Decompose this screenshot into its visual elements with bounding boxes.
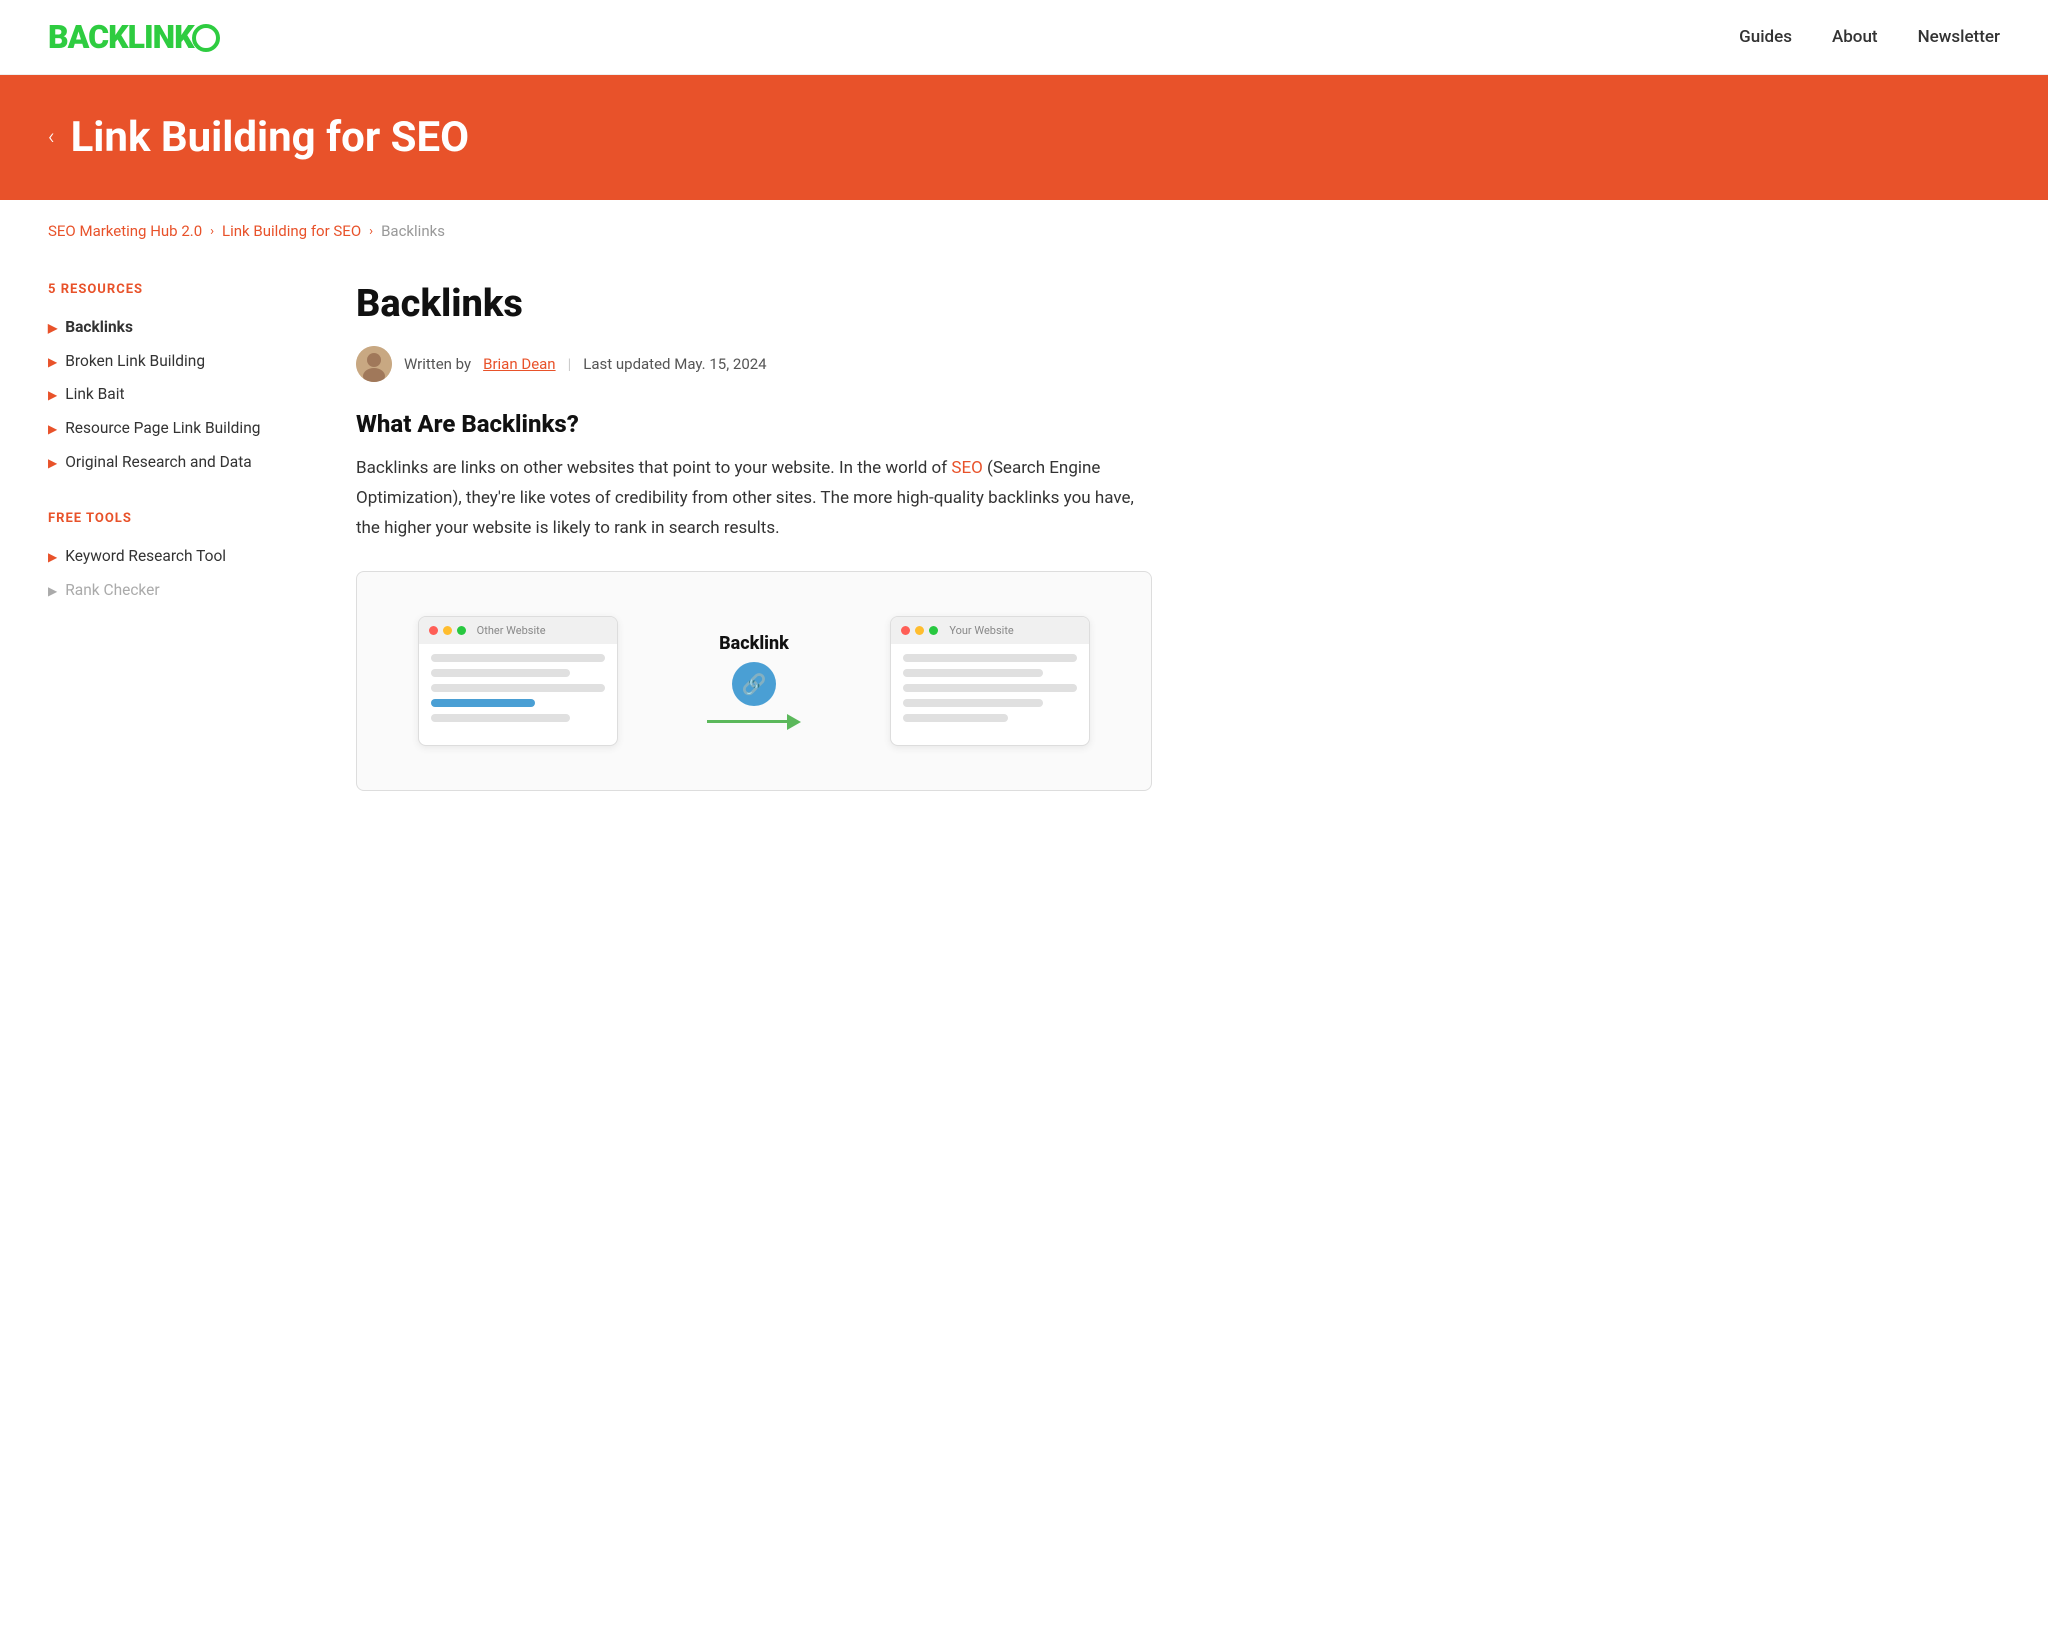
browser-content-right	[891, 644, 1089, 739]
sidebar-item-rank-checker[interactable]: ▶ Rank Checker	[48, 574, 308, 608]
sidebar-tools-list: ▶ Keyword Research Tool ▶ Rank Checker	[48, 540, 308, 607]
arrow-icon-keyword: ▶	[48, 549, 57, 566]
browser-line	[903, 699, 1042, 707]
section-body: Backlinks are links on other websites th…	[356, 454, 1152, 543]
browser-line	[431, 654, 605, 662]
sidebar-item-keyword-tool[interactable]: ▶ Keyword Research Tool	[48, 540, 308, 574]
last-updated: Last updated May. 15, 2024	[583, 355, 766, 373]
browser-label-left: Other Website	[477, 624, 546, 637]
sidebar-resources-list: ▶ Backlinks ▶ Broken Link Building ▶ Lin…	[48, 311, 308, 479]
arrow-icon-bait: ▶	[48, 387, 57, 404]
hero-back-icon[interactable]: ‹	[48, 125, 55, 150]
sidebar-item-original-research[interactable]: ▶ Original Research and Data	[48, 446, 308, 480]
browser-line	[431, 669, 570, 677]
nav-newsletter[interactable]: Newsletter	[1918, 27, 2000, 47]
author-line: Written by Brian Dean | Last updated May…	[356, 346, 1152, 382]
sidebar-item-broken-link[interactable]: ▶ Broken Link Building	[48, 345, 308, 379]
arrow-icon-broken: ▶	[48, 354, 57, 371]
breadcrumb: SEO Marketing Hub 2.0 › Link Building fo…	[0, 200, 2048, 262]
breadcrumb-link-building[interactable]: Link Building for SEO	[222, 222, 361, 240]
logo-text: BACKLINK	[48, 18, 194, 56]
main-content: Backlinks Written by Brian Dean | Last u…	[356, 262, 1152, 791]
breadcrumb-sep-1: ›	[210, 224, 214, 239]
page-title: Backlinks	[356, 282, 1152, 326]
browser-bar-right: Your Website	[891, 617, 1089, 644]
header: BACKLINK Guides About Newsletter	[0, 0, 2048, 75]
body-text-1: Backlinks are links on other websites th…	[356, 458, 951, 478]
browser-line	[431, 714, 570, 722]
browser-line	[903, 684, 1077, 692]
browser-bar-left: Other Website	[419, 617, 617, 644]
browser-other-website: Other Website	[418, 616, 618, 746]
dot-green-left	[457, 626, 466, 635]
arrow-icon-rank: ▶	[48, 583, 57, 600]
dot-green-right	[929, 626, 938, 635]
hero-banner: ‹ Link Building for SEO	[0, 75, 2048, 200]
browser-link-line	[431, 699, 535, 707]
dot-yellow-left	[443, 626, 452, 635]
browser-content-left	[419, 644, 617, 739]
dot-yellow-right	[915, 626, 924, 635]
sidebar-item-label: Rank Checker	[65, 580, 159, 602]
arrow-line	[707, 720, 787, 723]
breadcrumb-hub[interactable]: SEO Marketing Hub 2.0	[48, 222, 202, 240]
sidebar-item-link-bait[interactable]: ▶ Link Bait	[48, 378, 308, 412]
main-layout: 5 RESOURCES ▶ Backlinks ▶ Broken Link Bu…	[0, 262, 1200, 839]
sidebar-resources-label: 5 RESOURCES	[48, 282, 308, 297]
sidebar-item-label: Keyword Research Tool	[65, 546, 226, 568]
arrow-right	[707, 714, 801, 730]
logo-o	[192, 24, 220, 52]
hero-title: Link Building for SEO	[71, 113, 470, 162]
breadcrumb-current: Backlinks	[381, 222, 445, 240]
breadcrumb-sep-2: ›	[369, 224, 373, 239]
sidebar-item-label: Original Research and Data	[65, 452, 251, 474]
browser-line	[903, 654, 1077, 662]
arrow-icon-resource: ▶	[48, 421, 57, 438]
sidebar-item-label: Broken Link Building	[65, 351, 205, 373]
sidebar-tools-label: FREE TOOLS	[48, 511, 308, 526]
arrow-icon-backlinks: ▶	[48, 320, 57, 337]
sidebar: 5 RESOURCES ▶ Backlinks ▶ Broken Link Bu…	[48, 262, 308, 791]
sidebar-item-label: Link Bait	[65, 384, 124, 406]
backlink-label: Backlink	[719, 633, 789, 654]
backlink-arrow-area: Backlink 🔗	[707, 633, 801, 730]
section-heading-backlinks: What Are Backlinks?	[356, 410, 1152, 438]
arrow-icon-research: ▶	[48, 455, 57, 472]
dot-red-left	[429, 626, 438, 635]
author-pipe: |	[568, 355, 572, 373]
backlink-illustration: Other Website Backlink 🔗	[356, 571, 1152, 791]
sidebar-item-label: Backlinks	[65, 317, 133, 339]
browser-your-website: Your Website	[890, 616, 1090, 746]
browser-line	[903, 714, 1007, 722]
chain-icon: 🔗	[732, 662, 776, 706]
seo-link[interactable]: SEO	[951, 458, 982, 478]
nav-about[interactable]: About	[1832, 27, 1878, 47]
main-nav: Guides About Newsletter	[1739, 27, 2000, 47]
browser-line	[903, 669, 1042, 677]
logo[interactable]: BACKLINK	[48, 18, 220, 56]
arrow-head	[787, 714, 801, 730]
author-name[interactable]: Brian Dean	[483, 355, 555, 373]
avatar	[356, 346, 392, 382]
nav-guides[interactable]: Guides	[1739, 27, 1792, 47]
sidebar-item-backlinks[interactable]: ▶ Backlinks	[48, 311, 308, 345]
sidebar-item-label: Resource Page Link Building	[65, 418, 260, 440]
browser-label-right: Your Website	[949, 624, 1013, 637]
author-prefix: Written by	[404, 355, 471, 373]
browser-line	[431, 684, 605, 692]
sidebar-item-resource-page[interactable]: ▶ Resource Page Link Building	[48, 412, 308, 446]
dot-red-right	[901, 626, 910, 635]
